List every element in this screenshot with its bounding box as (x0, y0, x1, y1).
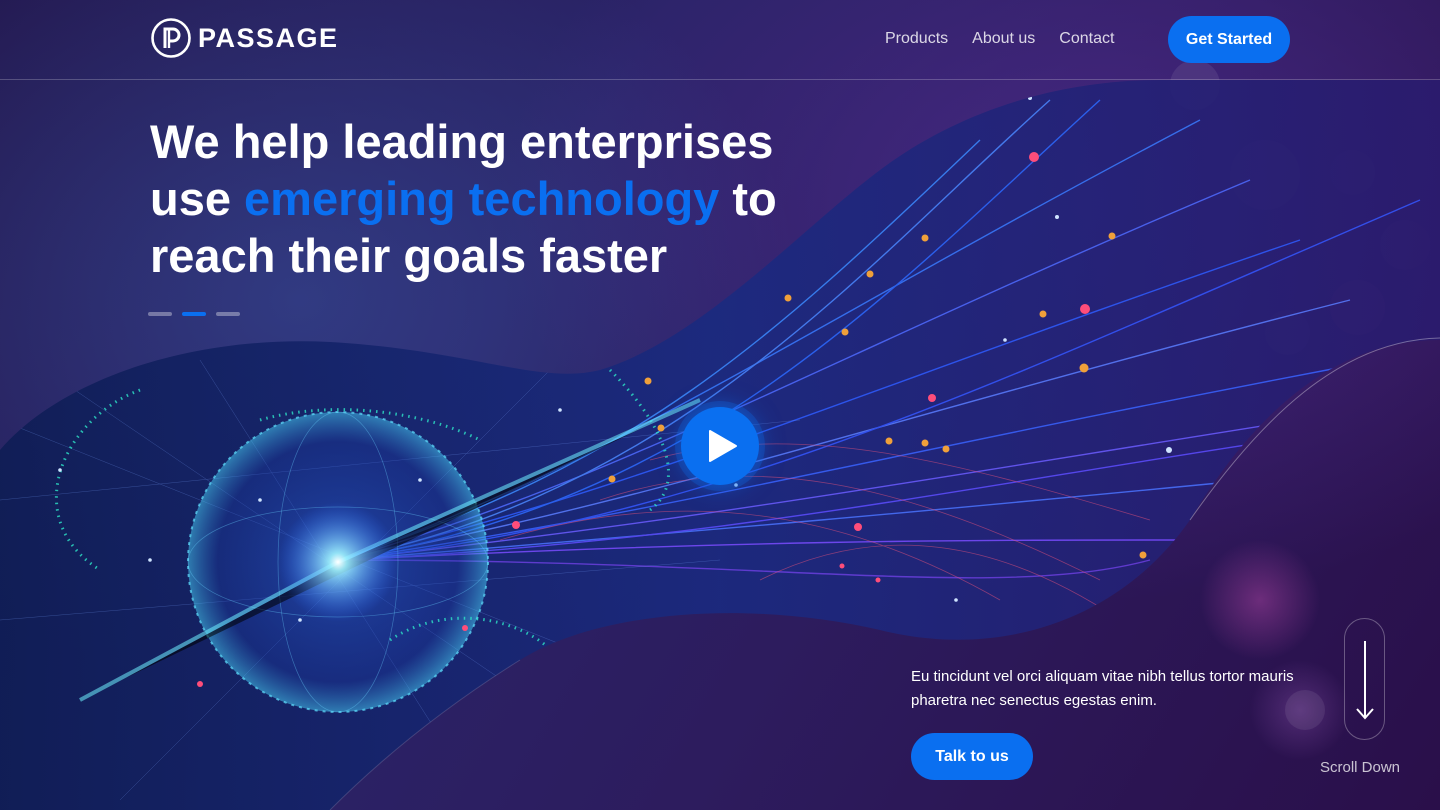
slide-indicator (148, 312, 240, 316)
passage-logo-icon (151, 18, 191, 58)
site-header: PASSAGE Products About us Contact Get St… (0, 0, 1440, 80)
scroll-down-button[interactable] (1344, 618, 1385, 740)
brand-name: PASSAGE (198, 22, 339, 53)
slide-dot-3[interactable] (216, 312, 240, 316)
get-started-button[interactable]: Get Started (1168, 16, 1290, 63)
play-icon (708, 430, 737, 462)
hero-accent-text: emerging technology (244, 172, 720, 225)
main-nav: Products About us Contact (885, 30, 1114, 48)
nav-link-contact[interactable]: Contact (1059, 30, 1114, 48)
hero-line-2-pre: use (150, 172, 245, 225)
hero-headline: We help leading enterprises use emerging… (150, 113, 870, 284)
arrow-down-icon (1356, 641, 1374, 720)
brand-logo[interactable]: PASSAGE (150, 17, 339, 59)
talk-to-us-button[interactable]: Talk to us (911, 733, 1033, 780)
slide-dot-1[interactable] (148, 312, 172, 316)
hero-line-1: We help leading enterprises (150, 115, 774, 168)
slide-dot-2[interactable] (182, 312, 206, 316)
play-video-button[interactable] (681, 407, 759, 485)
nav-link-about[interactable]: About us (972, 30, 1035, 48)
scroll-down-label: Scroll Down (1320, 759, 1401, 776)
hero-line-2-post: to (719, 172, 777, 225)
hero-line-3: reach their goals faster (150, 229, 668, 282)
intro-text: Eu tincidunt vel orci aliquam vitae nibh… (911, 668, 1294, 709)
nav-link-products[interactable]: Products (885, 30, 948, 48)
